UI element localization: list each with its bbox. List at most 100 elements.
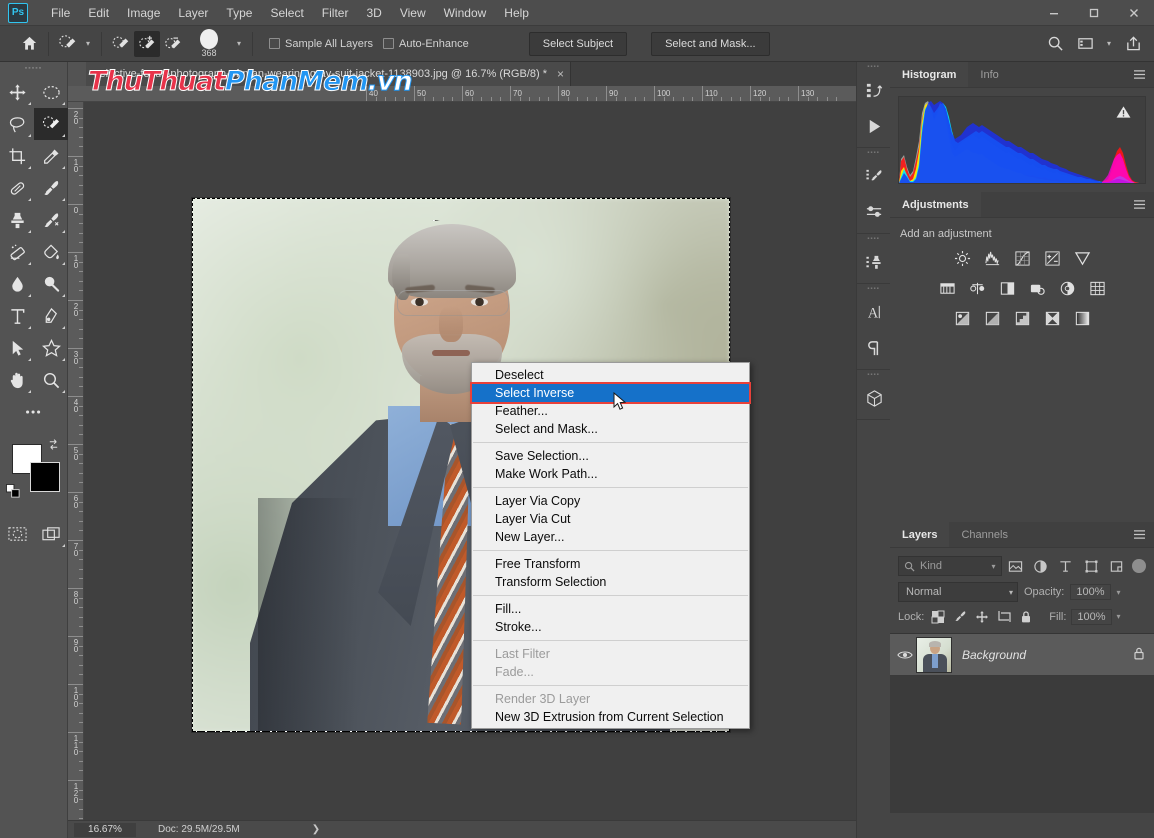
quick-selection-tool[interactable] <box>34 108 68 140</box>
layer-lock-icon[interactable] <box>1132 646 1146 664</box>
lock-position-icon[interactable] <box>973 608 990 625</box>
menu-item-new-3d-extrusion-from-current-selection[interactable]: New 3D Extrusion from Current Selection <box>472 708 749 726</box>
clone-source-panel-icon[interactable] <box>857 244 891 280</box>
chevron-down-icon[interactable]: ▾ <box>992 562 996 571</box>
menu-item-transform-selection[interactable]: Transform Selection <box>472 573 749 591</box>
history-brush-tool[interactable] <box>34 204 68 236</box>
hand-tool[interactable] <box>0 364 34 396</box>
menu-item-feather[interactable]: Feather... <box>472 402 749 420</box>
panel-menu-icon[interactable] <box>1133 69 1146 83</box>
paint-bucket-tool[interactable] <box>34 236 68 268</box>
zoom-tool[interactable] <box>34 364 68 396</box>
history-panel-icon[interactable] <box>857 72 891 108</box>
selection-context-menu[interactable]: Deselect Select Inverse Feather... Select a… <box>470 362 751 729</box>
menu-3d[interactable]: 3D <box>357 2 390 24</box>
menu-item-stroke[interactable]: Stroke... <box>472 618 749 636</box>
path-selection-tool[interactable] <box>0 332 34 364</box>
menu-item-save-selection[interactable]: Save Selection... <box>472 447 749 465</box>
menu-item-layer-via-copy[interactable]: Layer Via Copy <box>472 492 749 510</box>
dock-grip[interactable]: ▪▪▪▪ <box>857 370 890 380</box>
vertical-ruler[interactable]: 20100102030405060708090100110120 <box>68 102 84 820</box>
zoom-level[interactable]: 16.67% <box>74 822 136 837</box>
minimize-button[interactable] <box>1034 0 1074 26</box>
default-colors-icon[interactable] <box>6 484 21 504</box>
histogram-graph[interactable] <box>898 96 1146 184</box>
close-icon[interactable]: × <box>557 67 564 81</box>
sample-all-layers-checkbox[interactable]: Sample All Layers <box>269 38 373 50</box>
photo-filter-icon[interactable] <box>1026 278 1048 298</box>
brush-presets-panel-icon[interactable] <box>857 158 891 194</box>
maximize-button[interactable] <box>1074 0 1114 26</box>
brush-settings-panel-icon[interactable] <box>857 194 891 230</box>
menu-item-fill[interactable]: Fill... <box>472 600 749 618</box>
gradient-map-icon[interactable] <box>1041 308 1063 328</box>
swap-colors-icon[interactable] <box>47 438 60 454</box>
menu-select[interactable]: Select <box>261 2 312 24</box>
menu-item-layer-via-cut[interactable]: Layer Via Cut <box>472 510 749 528</box>
hue-saturation-icon[interactable] <box>936 278 958 298</box>
brush-tool[interactable] <box>34 172 68 204</box>
selection-add-icon[interactable] <box>134 30 160 57</box>
paragraph-panel-icon[interactable] <box>857 330 891 366</box>
chevron-down-icon[interactable]: ▾ <box>1102 39 1116 48</box>
character-panel-icon[interactable]: A <box>857 294 891 330</box>
screen-mode-icon[interactable] <box>34 518 68 550</box>
menu-filter[interactable]: Filter <box>313 2 358 24</box>
pixel-filter-icon[interactable] <box>1004 556 1027 576</box>
lock-transparent-pixels-icon[interactable] <box>929 608 946 625</box>
home-icon[interactable] <box>16 31 42 57</box>
workspace-icon[interactable] <box>1072 31 1098 57</box>
opacity-value[interactable]: 100% <box>1070 584 1111 600</box>
edit-toolbar-tool[interactable] <box>0 396 68 428</box>
menu-type[interactable]: Type <box>217 2 261 24</box>
eraser-tool[interactable] <box>0 236 34 268</box>
selection-subtract-icon[interactable] <box>160 31 186 57</box>
tab-layers[interactable]: Layers <box>890 522 950 547</box>
layer-visibility-eye-icon[interactable] <box>894 649 916 661</box>
share-icon[interactable] <box>1120 31 1146 57</box>
crop-tool[interactable] <box>0 140 34 172</box>
type-filter-icon[interactable] <box>1054 556 1077 576</box>
menu-view[interactable]: View <box>391 2 435 24</box>
dock-grip[interactable]: ▪▪▪▪ <box>857 234 890 244</box>
brush-options-chevron-icon[interactable]: ▾ <box>232 39 246 48</box>
background-color-swatch[interactable] <box>30 462 60 492</box>
table-row[interactable]: Background <box>890 634 1154 676</box>
menu-edit[interactable]: Edit <box>79 2 118 24</box>
lock-artboard-icon[interactable] <box>995 608 1012 625</box>
adjustment-filter-icon[interactable] <box>1029 556 1052 576</box>
chevron-down-icon[interactable]: ▾ <box>1117 612 1121 621</box>
tab-channels[interactable]: Channels <box>949 522 1019 547</box>
invert-icon[interactable] <box>951 308 973 328</box>
histogram-warning-icon[interactable] <box>1116 105 1131 122</box>
curves-icon[interactable] <box>1011 248 1033 268</box>
tab-info[interactable]: Info <box>968 62 1010 87</box>
move-tool[interactable] <box>0 76 34 108</box>
layer-kind-filter[interactable]: Kind ▾ <box>898 556 1002 576</box>
dock-grip[interactable]: ▪▪▪▪ <box>857 284 890 294</box>
menu-item-make-work-path[interactable]: Make Work Path... <box>472 465 749 483</box>
healing-brush-tool[interactable] <box>0 172 34 204</box>
menu-layer[interactable]: Layer <box>169 2 217 24</box>
smart-object-filter-icon[interactable] <box>1105 556 1128 576</box>
menu-item-deselect[interactable]: Deselect <box>472 366 749 384</box>
dodge-tool[interactable] <box>34 268 68 300</box>
black-white-icon[interactable] <box>996 278 1018 298</box>
chevron-right-icon[interactable]: ❯ <box>312 824 320 835</box>
levels-icon[interactable] <box>981 248 1003 268</box>
blend-mode-select[interactable]: Normal ▾ <box>898 582 1018 602</box>
menu-window[interactable]: Window <box>435 2 496 24</box>
brush-size-preview[interactable]: 368 <box>186 28 232 60</box>
exposure-icon[interactable] <box>1041 248 1063 268</box>
menu-image[interactable]: Image <box>118 2 169 24</box>
auto-enhance-checkbox[interactable]: Auto-Enhance <box>383 38 469 50</box>
quick-selection-preset-icon[interactable] <box>55 31 81 57</box>
lock-image-pixels-icon[interactable] <box>951 608 968 625</box>
channel-mixer-icon[interactable] <box>1056 278 1078 298</box>
dock-grip[interactable]: ▪▪▪▪ <box>857 148 890 158</box>
lasso-tool[interactable] <box>0 108 34 140</box>
menu-item-select-inverse[interactable]: Select Inverse <box>470 382 751 404</box>
pen-tool[interactable] <box>34 300 68 332</box>
type-tool[interactable] <box>0 300 34 332</box>
threshold-icon[interactable] <box>1011 308 1033 328</box>
